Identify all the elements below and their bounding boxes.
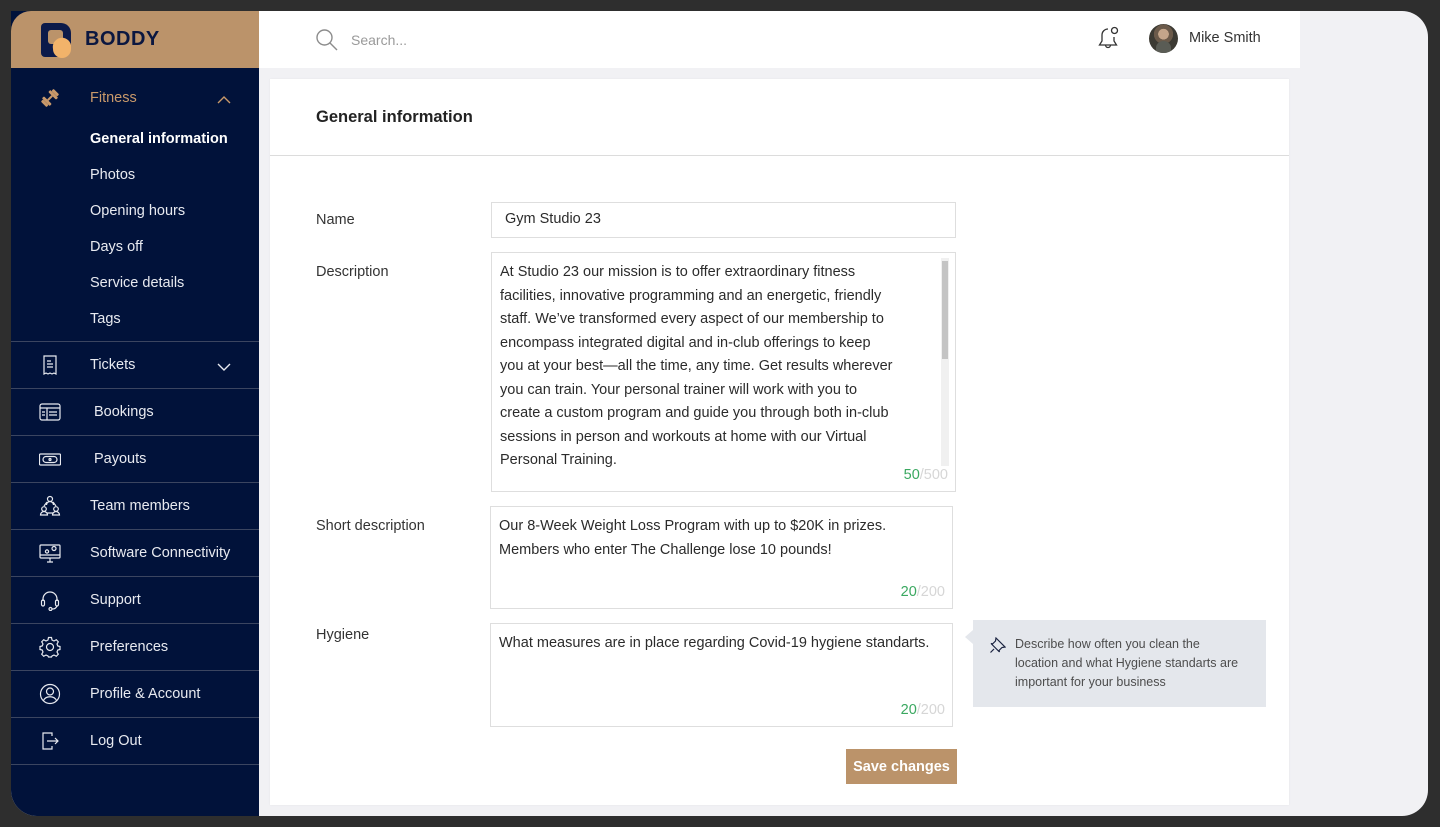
avatar[interactable] [1149, 24, 1178, 53]
chevron-up-icon[interactable] [217, 93, 231, 103]
logout-icon [39, 730, 61, 752]
sidebar-item-fitness[interactable]: Fitness [11, 74, 259, 121]
save-changes-button[interactable]: Save changes [846, 749, 957, 784]
card-header: General information [270, 79, 1289, 156]
sidebar-item-software-connectivity[interactable]: Software Connectivity [11, 530, 259, 576]
pin-icon [990, 636, 1007, 653]
short-description-textarea[interactable]: Our 8-Week Weight Loss Program with up t… [490, 506, 953, 609]
sidebar-item-label: Software Connectivity [90, 545, 231, 561]
gear-icon [39, 636, 61, 658]
hygiene-label: Hygiene [316, 627, 370, 643]
sidebar-item-log-out[interactable]: Log Out [11, 718, 259, 764]
sidebar-item-profile-wrap: Profile & Account [11, 671, 259, 718]
fitness-submenu: General information Photos Opening hours… [11, 121, 259, 341]
app-window: BODDY Fitness General information Photos… [11, 11, 1428, 816]
short-description-label: Short description [316, 518, 425, 534]
name-input[interactable]: Gym Studio 23 [491, 202, 956, 238]
char-max: /500 [919, 466, 948, 483]
description-label: Description [316, 264, 389, 280]
brand-name: BODDY [85, 28, 160, 50]
search-icon [315, 28, 339, 52]
sidebar-item-label: Payouts [94, 451, 147, 467]
sidebar-item-tickets[interactable]: Tickets [11, 342, 259, 388]
sidebar-item-label: Preferences [90, 639, 169, 655]
sidebar-item-bookings[interactable]: Bookings [11, 389, 259, 435]
monitor-gear-icon [39, 542, 61, 564]
hygiene-char-counter: 20/200 [901, 699, 945, 723]
hygiene-tip-text: Describe how often you clean the locatio… [1015, 637, 1239, 689]
sidebar-item-label: Log Out [90, 733, 142, 749]
sidebar-subitem-opening-hours[interactable]: Opening hours [11, 193, 259, 229]
name-label: Name [316, 212, 355, 228]
sidebar-item-support[interactable]: Support [11, 577, 259, 623]
hygiene-tip: Describe how often you clean the locatio… [965, 620, 1266, 707]
sidebar-item-label: Fitness [90, 89, 137, 106]
sidebar-item-payouts[interactable]: Payouts [11, 436, 259, 482]
sidebar-item-tickets-wrap: Tickets [11, 342, 259, 389]
sidebar-item-payouts-wrap: Payouts [11, 436, 259, 483]
sidebar-item-preferences[interactable]: Preferences [11, 624, 259, 670]
sidebar-item-preferences-wrap: Preferences [11, 624, 259, 671]
description-textarea[interactable]: At Studio 23 our mission is to offer ext… [491, 252, 956, 492]
calendar-browser-icon [39, 401, 61, 423]
cash-icon [39, 448, 61, 470]
sidebar-item-label: Support [90, 592, 141, 608]
chevron-down-icon[interactable] [217, 360, 231, 371]
sidebar-item-label: Profile & Account [90, 686, 201, 702]
headset-icon [39, 589, 61, 611]
sidebar-subitem-photos[interactable]: Photos [11, 157, 259, 193]
short-description-text: Our 8-Week Weight Loss Program with up t… [499, 518, 887, 558]
sidebar-item-software-wrap: Software Connectivity [11, 530, 259, 577]
description-char-counter: 50/500 [904, 464, 948, 488]
sidebar-subitem-tags[interactable]: Tags [11, 301, 259, 337]
description-scrollbar[interactable] [941, 258, 949, 466]
sidebar-item-support-wrap: Support [11, 577, 259, 624]
char-count: 50 [903, 466, 920, 483]
scrollbar-thumb[interactable] [942, 261, 948, 359]
brand-logo-icon [39, 21, 73, 59]
hygiene-textarea[interactable]: What measures are in place regarding Cov… [490, 623, 953, 727]
receipt-icon [39, 354, 61, 376]
brand-header: BODDY [11, 11, 259, 68]
nav-group-fitness: Fitness General information Photos Openi… [11, 74, 259, 342]
team-icon [39, 495, 61, 517]
char-count: 20 [900, 583, 917, 600]
short-description-char-counter: 20/200 [901, 581, 945, 605]
sidebar-subitem-service-details[interactable]: Service details [11, 265, 259, 301]
notification-bell-icon[interactable] [1097, 26, 1121, 52]
char-max: /200 [916, 701, 945, 718]
description-text: At Studio 23 our mission is to offer ext… [500, 264, 893, 468]
sidebar-item-profile-account[interactable]: Profile & Account [11, 671, 259, 717]
sidebar-subitem-days-off[interactable]: Days off [11, 229, 259, 265]
user-circle-icon [39, 683, 61, 705]
sidebar-item-logout-wrap: Log Out [11, 718, 259, 765]
char-count: 20 [900, 701, 917, 718]
user-name[interactable]: Mike Smith [1189, 30, 1261, 46]
sidebar-item-label: Bookings [94, 404, 154, 420]
sidebar-item-bookings-wrap: Bookings [11, 389, 259, 436]
search-input[interactable] [351, 27, 751, 53]
hygiene-text: What measures are in place regarding Cov… [499, 635, 930, 651]
dumbbell-icon [39, 87, 61, 109]
sidebar-item-team-members[interactable]: Team members [11, 483, 259, 529]
sidebar-item-team-wrap: Team members [11, 483, 259, 530]
top-bar: Mike Smith [259, 11, 1300, 68]
page-title: General information [316, 107, 473, 126]
sidebar-subitem-general-information[interactable]: General information [11, 121, 259, 157]
sidebar-item-label: Team members [90, 498, 190, 514]
sidebar-item-label: Tickets [90, 357, 136, 373]
general-information-card: General information Name Gym Studio 23 D… [270, 79, 1289, 805]
char-max: /200 [916, 583, 945, 600]
sidebar: BODDY Fitness General information Photos… [11, 11, 259, 816]
